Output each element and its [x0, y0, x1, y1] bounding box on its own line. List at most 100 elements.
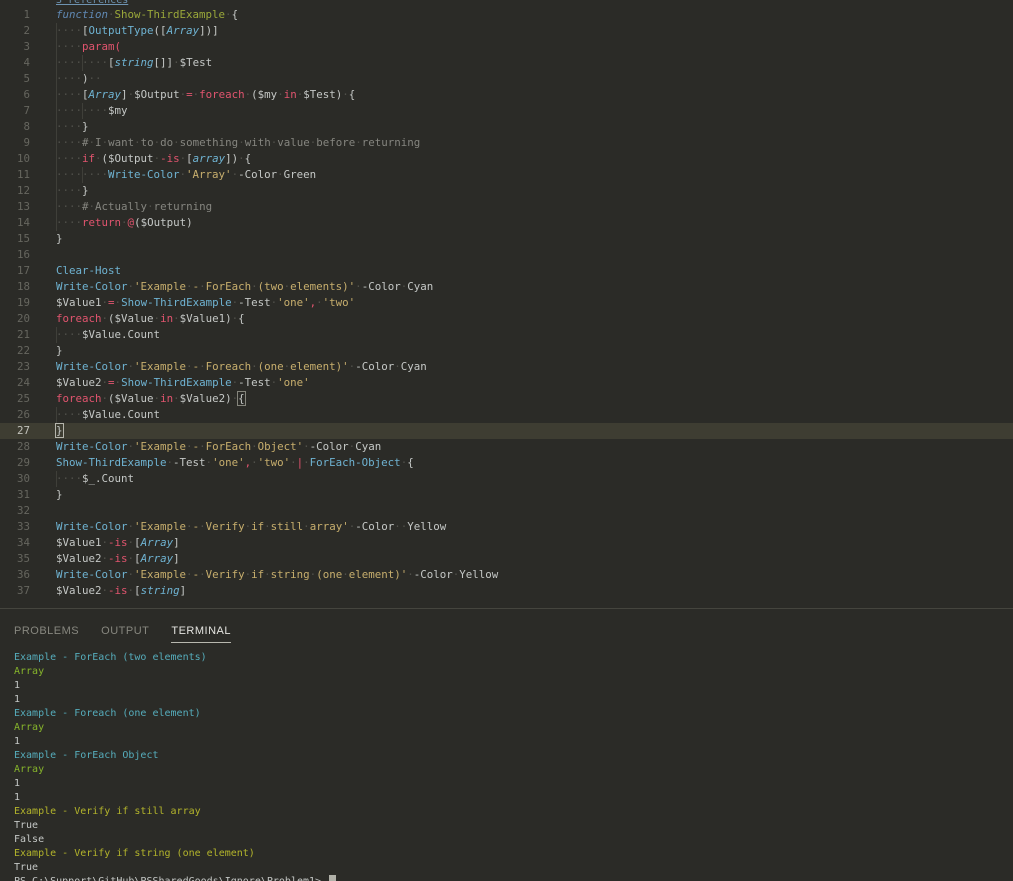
line-number[interactable]: 19 — [0, 295, 30, 311]
line-number[interactable]: 4 — [0, 55, 30, 71]
line-number[interactable]: 15 — [0, 231, 30, 247]
code-line[interactable]: 12····} — [0, 183, 1013, 199]
line-number[interactable]: 10 — [0, 151, 30, 167]
code-line[interactable]: 32 — [0, 503, 1013, 519]
line-number[interactable]: 26 — [0, 407, 30, 423]
line-number[interactable]: 18 — [0, 279, 30, 295]
code-token: -Color — [355, 520, 394, 533]
code-line[interactable]: 27} — [0, 423, 1013, 439]
code-line[interactable]: 30····$_.Count — [0, 471, 1013, 487]
line-number[interactable]: 7 — [0, 103, 30, 119]
code-token: -is — [108, 584, 128, 597]
code-line[interactable]: 17 Clear-Host — [0, 263, 1013, 279]
code-line-text: foreach·($Value·in·$Value1)·{ — [56, 311, 1013, 327]
code-line[interactable]: 1function·Show-ThirdExample·{ — [0, 7, 1013, 23]
code-line[interactable]: 16 — [0, 247, 1013, 263]
line-number[interactable]: 2 — [0, 23, 30, 39]
code-token: ] — [173, 552, 180, 565]
line-number[interactable]: 16 — [0, 247, 30, 263]
line-number[interactable]: 8 — [0, 119, 30, 135]
code-token: Clear-Host — [56, 264, 121, 277]
code-line[interactable]: 22} — [0, 343, 1013, 359]
code-token: $_.Count — [82, 472, 134, 485]
line-number[interactable]: 28 — [0, 439, 30, 455]
line-number[interactable]: 12 — [0, 183, 30, 199]
cursor-bracket: } — [56, 424, 63, 437]
line-number[interactable]: 27 — [0, 423, 30, 439]
line-number[interactable]: 25 — [0, 391, 30, 407]
code-line[interactable]: 10····if·($Output·-is·[array])·{ — [0, 151, 1013, 167]
code-line[interactable]: 21····$Value.Count — [0, 327, 1013, 343]
tab-terminal[interactable]: TERMINAL — [171, 625, 231, 643]
line-number[interactable]: 1 — [0, 7, 30, 23]
code-line[interactable]: 9····#·I·want·to·do·something·with·value… — [0, 135, 1013, 151]
code-line[interactable]: 5····)·· — [0, 71, 1013, 87]
code-line[interactable]: 20 foreach·($Value·in·$Value1)·{ — [0, 311, 1013, 327]
code-token: ForEach-Object — [310, 456, 401, 469]
code-token: Write-Color — [56, 440, 128, 453]
code-line[interactable]: 33 Write-Color·'Example·-·Verify·if·still… — [0, 519, 1013, 535]
code-line[interactable]: 3····param( — [0, 39, 1013, 55]
code-line[interactable]: 14····return·@($Output) — [0, 215, 1013, 231]
code-token: string — [115, 56, 154, 69]
code-line[interactable]: 15} — [0, 231, 1013, 247]
line-number[interactable]: 13 — [0, 199, 30, 215]
line-number[interactable]: 14 — [0, 215, 30, 231]
line-number[interactable]: 17 — [0, 263, 30, 279]
line-number[interactable]: 31 — [0, 487, 30, 503]
code-line[interactable]: 25foreach·($Value·in·$Value2)·{ — [0, 391, 1013, 407]
line-number[interactable]: 11 — [0, 167, 30, 183]
line-number[interactable]: 20 — [0, 311, 30, 327]
code-line-text: Write-Color·'Example·-·Verify·if·still·a… — [56, 519, 1013, 535]
code-line[interactable]: 19$Value1·=·Show-ThirdExample·-Test·'one… — [0, 295, 1013, 311]
line-number[interactable]: 34 — [0, 535, 30, 551]
code-line[interactable]: 18Write-Color·'Example·-·ForEach·(two·el… — [0, 279, 1013, 295]
line-number[interactable]: 21 — [0, 327, 30, 343]
code-line[interactable]: 2····[OutputType([Array])] — [0, 23, 1013, 39]
code-line[interactable]: 8····} — [0, 119, 1013, 135]
indent-guide — [56, 23, 57, 39]
line-number[interactable]: 24 — [0, 375, 30, 391]
indent-guide — [82, 167, 83, 183]
line-number[interactable]: 36 — [0, 567, 30, 583]
code-token: -Color — [362, 280, 401, 293]
code-line[interactable]: 7········$my — [0, 103, 1013, 119]
line-number[interactable]: 35 — [0, 551, 30, 567]
line-number[interactable]: 3 — [0, 39, 30, 55]
code-line-text: ····#·Actually·returning — [56, 199, 1013, 215]
line-number[interactable]: 22 — [0, 343, 30, 359]
line-number[interactable]: 32 — [0, 503, 30, 519]
tab-problems[interactable]: PROBLEMS — [14, 625, 79, 643]
code-line[interactable]: 23Write-Color·'Example·-·Foreach·(one·el… — [0, 359, 1013, 375]
line-number[interactable]: 29 — [0, 455, 30, 471]
code-token: returning — [362, 136, 421, 149]
line-number[interactable]: 6 — [0, 87, 30, 103]
code-line-text: $Value2·-is·[Array] — [56, 551, 1013, 567]
code-line[interactable]: 29Show-ThirdExample·-Test·'one',·'two'·|… — [0, 455, 1013, 471]
line-number[interactable]: 9 — [0, 135, 30, 151]
code-line[interactable]: 36Write-Color·'Example·-·Verify·if·strin… — [0, 567, 1013, 583]
code-line[interactable]: 11········Write-Color·'Array'·-Color·Gre… — [0, 167, 1013, 183]
codelens-references-link[interactable]: 3 references — [56, 0, 128, 7]
code-token: Write-Color — [56, 568, 128, 581]
code-line[interactable]: 35 $Value2·-is·[Array] — [0, 551, 1013, 567]
tab-output[interactable]: OUTPUT — [101, 625, 149, 643]
line-number[interactable]: 37 — [0, 583, 30, 599]
terminal-output[interactable]: Example - ForEach (two elements)Array11E… — [0, 651, 1013, 881]
code-line[interactable]: 24$Value2·=·Show-ThirdExample·-Test·'one… — [0, 375, 1013, 391]
line-number[interactable]: 23 — [0, 359, 30, 375]
line-number[interactable]: 5 — [0, 71, 30, 87]
code-line[interactable]: 13 ····#·Actually·returning — [0, 199, 1013, 215]
code-line[interactable]: 26····$Value.Count — [0, 407, 1013, 423]
code-line[interactable]: 28Write-Color·'Example·-·ForEach·Object'… — [0, 439, 1013, 455]
code-editor[interactable]: 3 references 1function·Show-ThirdExample… — [0, 0, 1013, 608]
line-number[interactable]: 30 — [0, 471, 30, 487]
code-line[interactable]: 4········[string[]]·$Test — [0, 55, 1013, 71]
code-line[interactable]: 31} — [0, 487, 1013, 503]
line-number[interactable]: 33 — [0, 519, 30, 535]
code-token: []] — [154, 56, 174, 69]
code-token: 'Example — [134, 360, 186, 373]
code-line[interactable]: 37$Value2·-is·[string] — [0, 583, 1013, 599]
code-line[interactable]: 34$Value1·-is·[Array] — [0, 535, 1013, 551]
code-line[interactable]: 6····[Array]·$Output·=·foreach·($my·in·$… — [0, 87, 1013, 103]
